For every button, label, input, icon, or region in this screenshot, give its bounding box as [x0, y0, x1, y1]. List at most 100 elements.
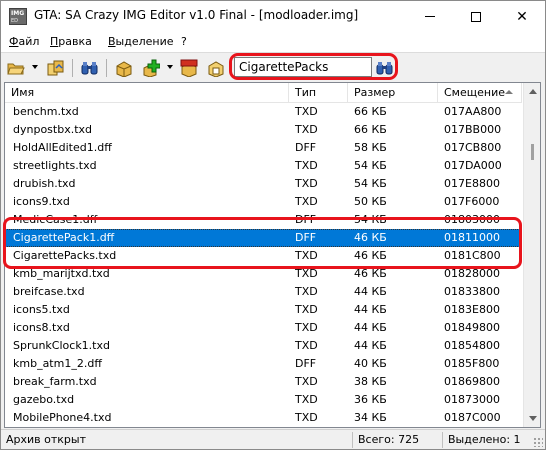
app-icon-label-bottom: ED — [11, 18, 19, 24]
cell-type: TXD — [295, 393, 318, 406]
status-separator — [442, 432, 443, 448]
add-file-button[interactable] — [114, 58, 134, 78]
menu-selection-accel: В — [108, 35, 116, 48]
close-icon: ✕ — [516, 8, 528, 25]
maximize-icon — [471, 11, 481, 22]
add-dropdown-arrow[interactable] — [167, 65, 173, 69]
cell-size: 34 КБ — [354, 411, 387, 424]
table-row[interactable]: benchm.txd TXD 66 КБ 017AA800 — [5, 103, 522, 121]
table-row[interactable]: kmb_atm1_2.dff DFF 40 КБ 0185F800 — [5, 355, 522, 373]
open-button[interactable] — [6, 58, 26, 78]
status-selected: Выделено: 1 — [448, 433, 521, 446]
minimize-button[interactable] — [407, 1, 453, 32]
column-header-name[interactable]: Имя — [5, 83, 289, 103]
sort-ascending-icon — [505, 90, 513, 94]
cell-type: TXD — [295, 285, 318, 298]
cell-size: 36 КБ — [354, 393, 387, 406]
cell-offset: 01873000 — [444, 393, 500, 406]
menu-selection[interactable]: Выделение — [108, 35, 174, 48]
toolbar-separator — [72, 59, 73, 77]
menu-help[interactable]: ? — [181, 35, 187, 48]
cell-offset: 017DA000 — [444, 159, 502, 172]
cell-size: 44 КБ — [354, 303, 387, 316]
menu-file[interactable]: Файл — [9, 35, 39, 48]
cell-name: HoldAllEdited1.dff — [13, 141, 112, 154]
open-folder-icon — [7, 63, 25, 75]
cell-offset: 017AA800 — [444, 105, 502, 118]
table-row[interactable]: HoldAllEdited1.dff DFF 58 КБ 017CB800 — [5, 139, 522, 157]
cell-type: TXD — [295, 321, 318, 334]
table-row[interactable]: icons9.txd TXD 50 КБ 017F6000 — [5, 193, 522, 211]
menu-edit[interactable]: Правка — [50, 35, 92, 48]
selection-highlight-outline — [3, 217, 522, 269]
close-button[interactable]: ✕ — [499, 1, 545, 32]
column-header-offset[interactable]: Смещение — [438, 83, 522, 103]
maximize-button[interactable] — [453, 1, 499, 32]
cell-name: MobilePhone4.txd — [13, 411, 112, 424]
menu-file-label: айл — [18, 35, 40, 48]
open-dropdown-arrow[interactable] — [32, 65, 38, 69]
cell-size: 44 КБ — [354, 339, 387, 352]
table-row[interactable]: drubish.txd TXD 54 КБ 017E8800 — [5, 175, 522, 193]
delete-box-icon — [180, 59, 198, 77]
rebuild-button[interactable] — [206, 58, 226, 78]
app-window: IMG ED GTA: SA Crazy IMG Editor v1.0 Fin… — [0, 0, 546, 450]
status-separator — [352, 432, 353, 448]
cell-size: 66 КБ — [354, 123, 387, 136]
cell-size: 54 КБ — [354, 177, 387, 190]
cell-size: 44 КБ — [354, 285, 387, 298]
cell-type: TXD — [295, 339, 318, 352]
cell-type: TXD — [295, 411, 318, 424]
status-text: Архив открыт — [6, 433, 87, 446]
cell-name: drubish.txd — [13, 177, 76, 190]
menu-edit-label: равка — [58, 35, 92, 48]
menu-selection-label: ыделение — [115, 35, 174, 48]
cell-type: TXD — [295, 303, 318, 316]
cell-name: break_farm.txd — [13, 375, 97, 388]
table-row[interactable]: breifcase.txd TXD 44 КБ 01833800 — [5, 283, 522, 301]
table-row[interactable]: streetlights.txd TXD 54 КБ 017DA000 — [5, 157, 522, 175]
find-button[interactable] — [80, 58, 100, 78]
cell-offset: 0183E800 — [444, 303, 500, 316]
cell-offset: 017BB000 — [444, 123, 502, 136]
status-bar: Архив открыт Всего: 725 Выделено: 1 — [1, 429, 545, 449]
cell-size: 66 КБ — [354, 105, 387, 118]
scroll-up-icon[interactable] — [529, 89, 537, 94]
cell-name: icons5.txd — [13, 303, 70, 316]
table-row[interactable]: break_farm.txd TXD 38 КБ 01869800 — [5, 373, 522, 391]
cell-name: icons8.txd — [13, 321, 70, 334]
column-header-size[interactable]: Размер — [348, 83, 438, 103]
cell-size: 40 КБ — [354, 357, 387, 370]
resize-grip[interactable] — [533, 437, 543, 447]
scroll-down-icon[interactable] — [529, 416, 537, 421]
cell-type: DFF — [295, 357, 317, 370]
delete-button[interactable] — [179, 58, 199, 78]
find-icon — [81, 62, 98, 75]
table-row[interactable]: MobilePhone4.txd TXD 34 КБ 0187C000 — [5, 409, 522, 427]
cell-type: TXD — [295, 159, 318, 172]
cell-name: dynpostbx.txd — [13, 123, 93, 136]
scroll-thumb[interactable] — [531, 144, 534, 160]
vertical-scrollbar[interactable] — [523, 83, 540, 427]
rebuild-box-icon — [208, 61, 224, 77]
cell-size: 58 КБ — [354, 141, 387, 154]
table-row[interactable]: icons8.txd TXD 44 КБ 01849800 — [5, 319, 522, 337]
import-button[interactable] — [46, 58, 66, 78]
table-row[interactable]: dynpostbx.txd TXD 66 КБ 017BB000 — [5, 121, 522, 139]
import-icon — [47, 60, 64, 76]
cell-type: TXD — [295, 195, 318, 208]
table-row[interactable]: gazebo.txd TXD 36 КБ 01873000 — [5, 391, 522, 409]
cell-offset: 0187C000 — [444, 411, 501, 424]
add-new-button[interactable] — [141, 58, 161, 78]
table-row[interactable]: icons5.txd TXD 44 КБ 0183E800 — [5, 301, 522, 319]
cell-offset: 01869800 — [444, 375, 500, 388]
cell-type: TXD — [295, 123, 318, 136]
toolbar-separator — [106, 59, 107, 77]
window-title: GTA: SA Crazy IMG Editor v1.0 Final - [m… — [34, 8, 359, 22]
status-total: Всего: 725 — [358, 433, 420, 446]
column-header-type[interactable]: Тип — [289, 83, 348, 103]
add-green-icon — [143, 59, 160, 77]
list-header: Имя Тип Размер Смещение — [5, 83, 522, 103]
table-row[interactable]: SprunkClock1.txd TXD 44 КБ 01854800 — [5, 337, 522, 355]
menu-bar: Файл Правка Выделение ? — [1, 32, 545, 52]
